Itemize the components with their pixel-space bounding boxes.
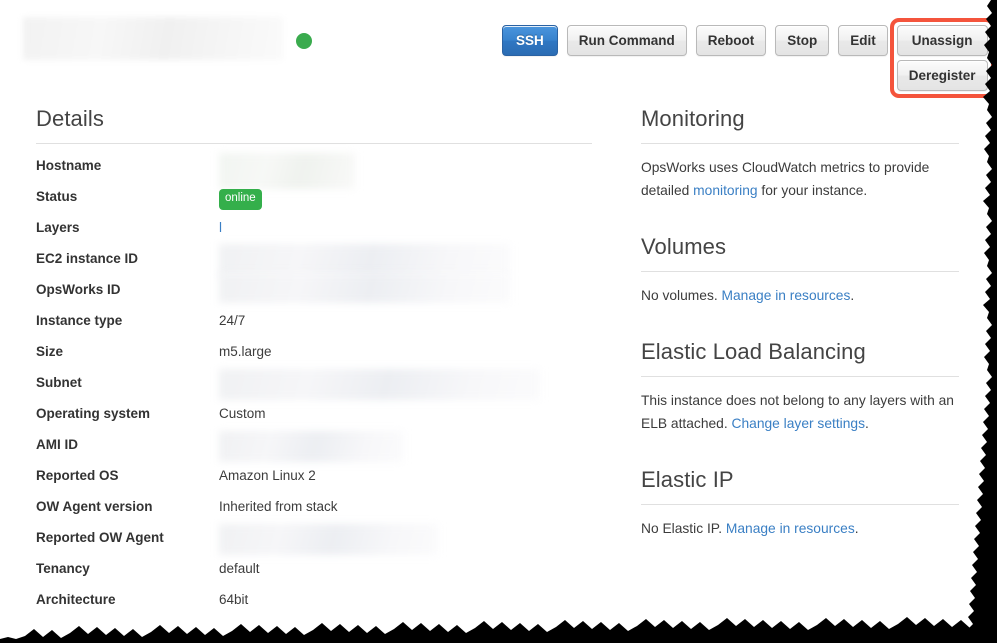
detail-row: Architecture 64bit xyxy=(36,588,592,619)
detail-value-reported-os: Amazon Linux 2 xyxy=(219,468,316,483)
change-layer-settings-link[interactable]: Change layer settings xyxy=(732,416,865,431)
ssh-button[interactable]: SSH xyxy=(502,25,558,56)
detail-label-layers: Layers xyxy=(36,220,80,235)
monitoring-section: Monitoring OpsWorks uses CloudWatch metr… xyxy=(641,104,959,202)
edit-button[interactable]: Edit xyxy=(838,25,888,56)
detail-value-tenancy: default xyxy=(219,561,260,576)
elb-divider xyxy=(641,376,959,377)
reboot-button[interactable]: Reboot xyxy=(695,25,767,56)
layer-link[interactable]: l xyxy=(219,220,222,235)
run-command-button[interactable]: Run Command xyxy=(566,25,687,56)
action-button-group: SSH Run Command Reboot Stop Edit Unassig… xyxy=(502,18,995,98)
volumes-text-before: No volumes. xyxy=(641,288,722,303)
monitoring-text-after: for your instance. xyxy=(757,183,868,198)
detail-value-architecture: 64bit xyxy=(219,592,249,607)
side-panel: Monitoring OpsWorks uses CloudWatch metr… xyxy=(641,104,959,540)
detail-label-hostname: Hostname xyxy=(36,158,102,173)
elastic-load-balancing-section: Elastic Load Balancing This instance doe… xyxy=(641,337,959,435)
ec2-instance-id-redaction xyxy=(219,244,510,276)
details-heading: Details xyxy=(36,106,104,131)
detail-row: Status online xyxy=(36,185,592,216)
details-panel: Details Hostname Status online Layers l xyxy=(36,104,592,619)
detail-row: Instance type 24/7 xyxy=(36,309,592,340)
volumes-manage-link[interactable]: Manage in resources xyxy=(722,288,851,303)
detail-row: Subnet xyxy=(36,369,592,402)
opsworks-id-redaction xyxy=(219,273,510,303)
volumes-heading: Volumes xyxy=(641,234,727,259)
detail-row: Reported OW Agent xyxy=(36,524,592,557)
subnet-redaction xyxy=(219,369,540,400)
detail-row: AMI ID xyxy=(36,431,592,464)
elastic-ip-section: Elastic IP No Elastic IP. Manage in reso… xyxy=(641,465,959,540)
instance-details-page: SSH Run Command Reboot Stop Edit Unassig… xyxy=(0,0,997,643)
detail-row: Tenancy default xyxy=(36,557,592,588)
details-list: Hostname Status online Layers l EC2 inst… xyxy=(36,153,592,619)
detail-row: Hostname xyxy=(36,153,592,189)
detail-row: Reported OS Amazon Linux 2 xyxy=(36,464,592,495)
elb-heading: Elastic Load Balancing xyxy=(641,339,866,364)
ami-id-redaction xyxy=(219,431,403,462)
detail-value-instance-type: 24/7 xyxy=(219,313,246,328)
detail-row: Operating system Custom xyxy=(36,402,592,433)
details-divider xyxy=(36,143,592,144)
detail-label-size: Size xyxy=(36,344,64,359)
volumes-description: No volumes. Manage in resources. xyxy=(641,284,959,307)
detail-value-size: m5.large xyxy=(219,344,272,359)
hostname-redaction xyxy=(219,153,355,189)
detail-label-architecture: Architecture xyxy=(36,592,116,607)
status-badge: online xyxy=(219,189,262,210)
reported-ow-agent-redaction xyxy=(219,524,438,555)
detail-row: Layers l xyxy=(36,216,592,247)
page-toolbar: SSH Run Command Reboot Stop Edit Unassig… xyxy=(0,0,997,100)
monitoring-description: OpsWorks uses CloudWatch metrics to prov… xyxy=(641,156,959,202)
detail-label-reported-os: Reported OS xyxy=(36,468,119,483)
monitoring-divider xyxy=(641,143,959,144)
detail-row: OW Agent version Inherited from stack xyxy=(36,495,592,526)
detail-value-operating-system: Custom xyxy=(219,406,266,421)
detail-label-tenancy: Tenancy xyxy=(36,561,90,576)
detail-label-reported-ow-agent: Reported OW Agent xyxy=(36,530,164,545)
elb-description: This instance does not belong to any lay… xyxy=(641,389,959,435)
detail-value-ow-agent-version: Inherited from stack xyxy=(219,499,338,514)
detail-label-ami-id: AMI ID xyxy=(36,437,78,452)
detail-label-ec2-instance-id: EC2 instance ID xyxy=(36,251,139,266)
elastic-ip-divider xyxy=(641,504,959,505)
detail-label-ow-agent-version: OW Agent version xyxy=(36,499,153,514)
detail-label-instance-type: Instance type xyxy=(36,313,123,328)
elastic-ip-manage-link[interactable]: Manage in resources xyxy=(726,521,855,536)
stop-button[interactable]: Stop xyxy=(775,25,830,56)
elastic-ip-heading: Elastic IP xyxy=(641,467,734,492)
detail-label-status: Status xyxy=(36,189,78,204)
instance-status-dot-icon xyxy=(296,33,312,49)
detail-row: OpsWorks ID xyxy=(36,273,592,309)
detail-row: Size m5.large xyxy=(36,340,592,371)
deregister-button[interactable]: Deregister xyxy=(896,60,988,91)
unassign-deregister-stack: Unassign Deregister xyxy=(889,18,995,98)
elb-text-after: . xyxy=(864,416,869,431)
volumes-divider xyxy=(641,271,959,272)
volumes-section: Volumes No volumes. Manage in resources. xyxy=(641,232,959,307)
detail-label-opsworks-id: OpsWorks ID xyxy=(36,282,121,297)
detail-label-subnet: Subnet xyxy=(36,375,82,390)
detail-row: EC2 instance ID xyxy=(36,244,592,278)
instance-name-redacted xyxy=(23,17,283,60)
detail-value-status: online xyxy=(219,185,262,210)
unassign-button[interactable]: Unassign xyxy=(896,25,988,56)
elastic-ip-description: No Elastic IP. Manage in resources. xyxy=(641,517,959,540)
volumes-text-after: . xyxy=(850,288,855,303)
detail-value-layers: l xyxy=(219,216,222,240)
elastic-ip-text-before: No Elastic IP. xyxy=(641,521,726,536)
monitoring-heading: Monitoring xyxy=(641,106,745,131)
detail-label-operating-system: Operating system xyxy=(36,406,151,421)
elastic-ip-text-after: . xyxy=(854,521,859,536)
monitoring-link[interactable]: monitoring xyxy=(693,183,757,198)
